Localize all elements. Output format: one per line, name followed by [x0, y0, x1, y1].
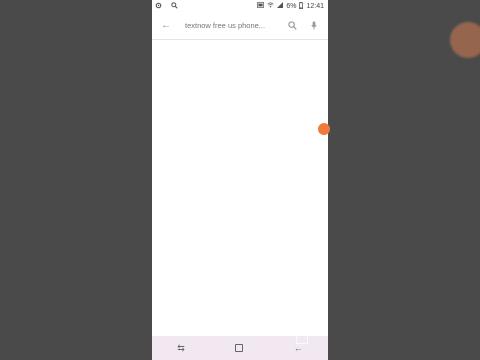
settings-gear-icon [155, 2, 162, 11]
battery-icon [299, 1, 304, 11]
recent-apps-icon[interactable]: ⇆ [177, 343, 185, 354]
floating-chat-bubble[interactable] [318, 123, 330, 135]
battery-percent: 6% [286, 2, 297, 10]
wifi-icon [267, 2, 274, 10]
window-overlay-icon [296, 334, 308, 344]
back-arrow-icon[interactable]: ← [155, 20, 177, 31]
microphone-icon[interactable] [306, 21, 322, 30]
home-icon[interactable] [235, 344, 244, 352]
clock: 12:41 [306, 2, 324, 10]
search-icon[interactable] [284, 21, 300, 30]
results-area [152, 40, 328, 336]
search-bar[interactable]: ← textnow free us phone... [152, 12, 328, 40]
status-bar: 6% 12:41 [152, 0, 328, 12]
phone-screen: 6% 12:41 ← textnow free us phone... ⇆ ← [152, 0, 328, 360]
signal-icon [277, 2, 284, 10]
floating-overlay-blob [450, 22, 480, 58]
search-status-icon [171, 1, 178, 11]
back-nav-icon[interactable]: ← [294, 343, 303, 353]
search-query[interactable]: textnow free us phone... [185, 21, 284, 30]
cast-icon [257, 2, 265, 10]
